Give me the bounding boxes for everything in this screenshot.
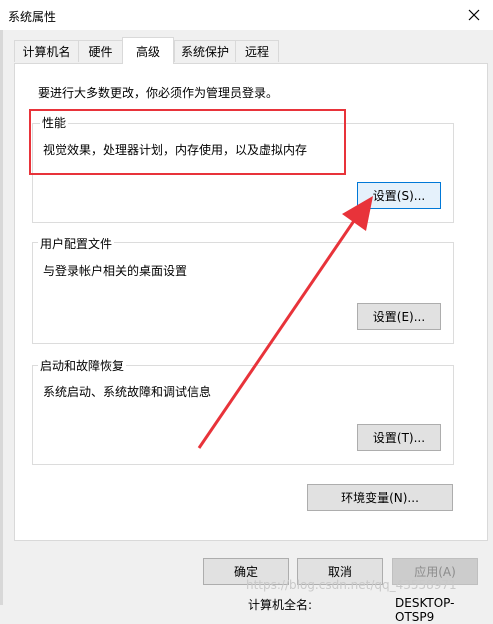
performance-highlight-box <box>29 109 346 175</box>
startup-recovery-settings-button[interactable]: 设置(T)... <box>357 424 441 451</box>
user-profiles-desc: 与登录帐户相关的桌面设置 <box>43 264 188 278</box>
window-title: 系统属性 <box>8 10 57 24</box>
tab-system-protection[interactable]: 系统保护 <box>174 40 236 62</box>
environment-variables-button[interactable]: 环境变量(N)... <box>307 484 453 511</box>
startup-recovery-title: 启动和故障恢复 <box>38 357 127 374</box>
performance-settings-button[interactable]: 设置(S)... <box>357 182 441 209</box>
tab-advanced[interactable]: 高级 <box>122 37 174 64</box>
close-icon <box>468 9 480 21</box>
tab-hardware[interactable]: 硬件 <box>78 40 123 62</box>
tab-computer-name[interactable]: 计算机名 <box>14 40 79 62</box>
title-bar <box>0 0 493 30</box>
user-profiles-title: 用户配置文件 <box>38 235 115 252</box>
tab-remote[interactable]: 远程 <box>235 40 279 62</box>
startup-recovery-desc: 系统启动、系统故障和调试信息 <box>43 385 212 399</box>
computer-name-value: DESKTOP-OTSP9 <box>395 596 455 624</box>
watermark-text: https://blog.csdn.net/qq_43558971 <box>246 578 457 592</box>
background-window-edge <box>0 30 3 605</box>
admin-notice: 要进行大多数更改，你必须作为管理员登录。 <box>38 86 279 100</box>
user-profiles-settings-button[interactable]: 设置(E)... <box>357 303 441 330</box>
close-button[interactable] <box>455 0 493 30</box>
